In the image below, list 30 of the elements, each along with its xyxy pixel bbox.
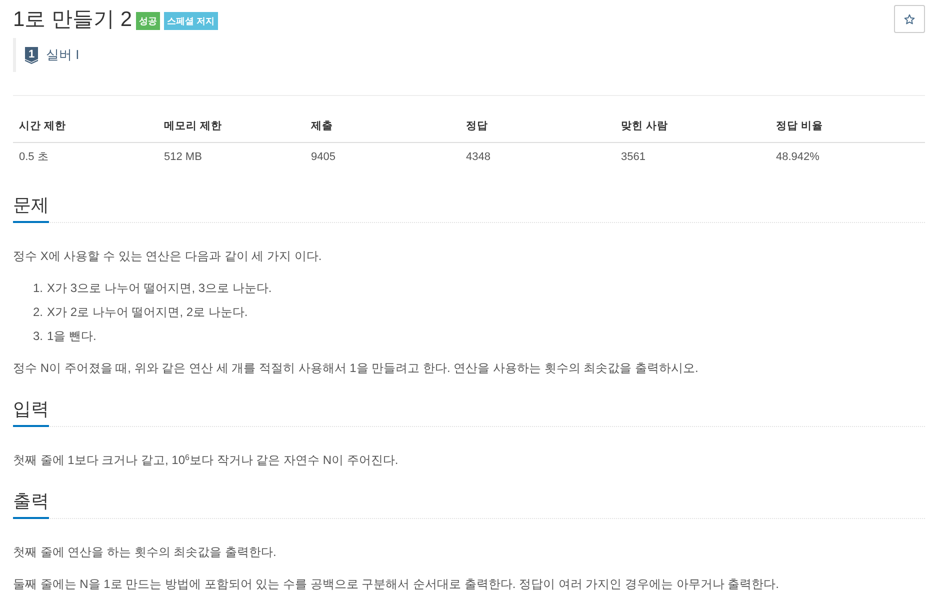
list-item: 3. 1을 뺀다.	[33, 328, 98, 345]
judge-type-tag: 스페셜 저지	[164, 12, 218, 30]
column-header: 정답	[460, 110, 615, 142]
list-item: 1. X가 3으로 나누어 떨어지면, 3으로 나눈다.	[33, 280, 273, 297]
column-header: 제출	[305, 110, 460, 142]
star-icon	[904, 14, 915, 24]
column-header: 시간 제한	[13, 110, 158, 142]
column-header: 메모리 제한	[158, 110, 305, 142]
paragraph: 정수 X에 사용할 수 있는 연산은 다음과 같이 세 가지 이다.	[13, 248, 323, 265]
result-tag: 성공	[136, 12, 160, 30]
table-cell: 0.5 초	[13, 142, 158, 171]
page-title: 1로 만들기 2	[13, 7, 132, 33]
paragraph: 첫째 줄에 연산을 하는 횟수의 최솟값을 출력한다.	[13, 544, 278, 561]
section-heading: 입력	[13, 397, 49, 427]
paragraph: 정수 N이 주어졌을 때, 위와 같은 연산 세 개를 적절히 사용해서 1을 만들려고 한다. 연산을 사용하는 횟수의 최솟값을 출력하시오.	[13, 360, 700, 377]
table-cell: 48.942%	[770, 142, 925, 171]
table-cell: 9405	[305, 142, 460, 171]
column-header: 정답 비율	[770, 110, 925, 142]
paragraph: 첫째 줄에 1보다 크거나 같고, 10$^{6}$보다 작거나 같은 자연수 N이 주어진다.	[13, 452, 400, 469]
table-cell: 4348	[460, 142, 615, 171]
list-item: 2. X가 2로 나누어 떨어지면, 2로 나눈다.	[33, 304, 249, 321]
tier-badge: 1	[25, 46, 38, 64]
table-cell: 512 MB	[158, 142, 305, 171]
column-header: 맞힌 사람	[615, 110, 770, 142]
table-cell: 3561	[615, 142, 770, 171]
paragraph: 둘째 줄에는 N을 1로 만드는 방법에 포함되어 있는 수를 공백으로 구분해서 순서대로 출력한다. 정답이 여러 가지인 경우에는 아무거나 출력한다.	[13, 576, 780, 593]
star-button[interactable]	[894, 5, 925, 33]
tier-name: 실버 I	[46, 46, 80, 64]
section-heading: 문제	[13, 193, 49, 223]
section-heading: 출력	[13, 489, 49, 519]
